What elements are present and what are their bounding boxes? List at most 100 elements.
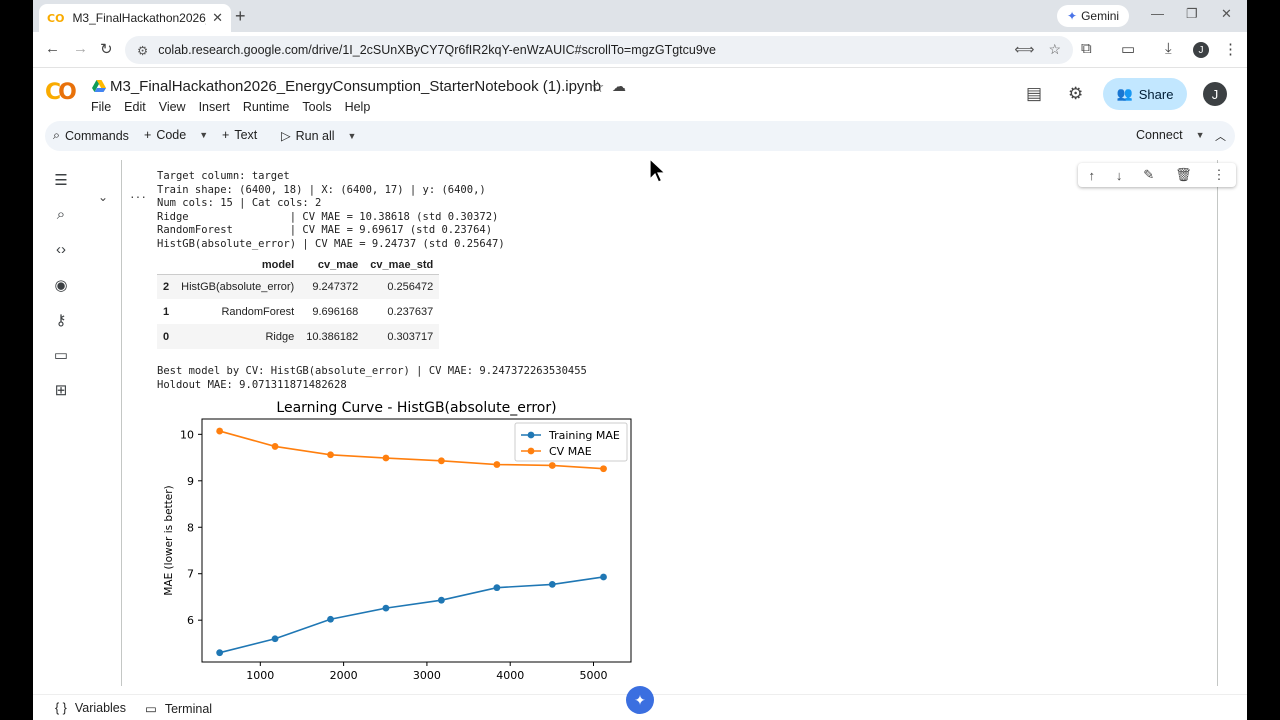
- more-options-icon[interactable]: ⋮: [1213, 167, 1226, 183]
- variables-button[interactable]: { } Variables: [55, 701, 126, 715]
- site-info-icon[interactable]: ⚙: [137, 43, 148, 58]
- add-text-button[interactable]: + Text: [222, 128, 257, 142]
- key-icon[interactable]: ⚷: [51, 311, 71, 329]
- browser-menu-icon[interactable]: ⋮: [1223, 40, 1238, 58]
- cell-cv-mae: 10.386182: [300, 324, 365, 349]
- address-bar[interactable]: ⚙ colab.research.google.com/drive/1I_2cS…: [125, 36, 1073, 64]
- colab-logo[interactable]: CO: [45, 80, 77, 105]
- data-point: [327, 615, 334, 623]
- code-snippets-icon[interactable]: ‹›: [51, 241, 71, 258]
- legend-marker: [527, 431, 535, 439]
- output-line: Train shape: (6400, 18) | X: (6400, 17) …: [157, 183, 486, 196]
- reload-icon[interactable]: ↻: [100, 40, 113, 58]
- settings-gear-icon[interactable]: ⚙: [1068, 84, 1083, 104]
- tab-title: M3_FinalHackathon2026_Ene: [72, 11, 206, 25]
- gemini-spark-icon: ✦: [1067, 9, 1078, 23]
- find-replace-icon[interactable]: ⌕: [51, 206, 71, 223]
- account-avatar[interactable]: J: [1203, 82, 1227, 106]
- play-icon: ▷: [281, 129, 291, 143]
- collapse-output-chevron-icon[interactable]: ⌄: [98, 190, 108, 204]
- chevron-down-icon[interactable]: ▼: [1196, 130, 1205, 140]
- search-icon: ⌕: [53, 128, 61, 142]
- data-point: [548, 462, 556, 469]
- collapse-header-icon[interactable]: ︿: [1215, 128, 1226, 144]
- terminal-icon: ▭: [145, 702, 157, 716]
- menu-view[interactable]: View: [159, 100, 186, 114]
- gemini-spark-icon: ✦: [634, 691, 646, 708]
- x-tick-label: 3000: [413, 669, 441, 682]
- browser-profile-avatar[interactable]: J: [1193, 42, 1209, 58]
- text-output: Target column: target Train shape: (6400…: [157, 170, 857, 252]
- commands-button[interactable]: ⌕ Commands: [53, 128, 129, 143]
- y-tick-label: 8: [187, 521, 194, 534]
- menu-insert[interactable]: Insert: [199, 100, 230, 114]
- x-tick-label: 5000: [580, 669, 608, 682]
- data-point: [548, 581, 556, 588]
- terminal-button[interactable]: ▭ Terminal: [145, 701, 213, 717]
- add-code-button[interactable]: + Code ▼: [144, 128, 208, 142]
- data-point: [271, 443, 279, 450]
- share-label: Share: [1138, 86, 1174, 102]
- share-button[interactable]: 👥 Share: [1103, 78, 1187, 110]
- edit-pencil-icon[interactable]: ✎: [1143, 167, 1154, 183]
- cell-cv-mae: 9.696168: [312, 305, 359, 318]
- url-text: colab.research.google.com/drive/1I_2cSUn…: [158, 43, 716, 57]
- row-index: 2: [157, 274, 176, 299]
- chevron-down-icon[interactable]: ▼: [348, 131, 357, 141]
- y-tick-label: 9: [187, 475, 194, 488]
- close-tab-icon[interactable]: ✕: [212, 10, 223, 26]
- plus-icon: +: [222, 128, 230, 142]
- notebook-title[interactable]: M3_FinalHackathon2026_EnergyConsumption_…: [110, 78, 601, 95]
- forward-icon[interactable]: →: [73, 40, 88, 57]
- delete-trash-icon[interactable]: 🗑: [1175, 167, 1192, 183]
- colab-favicon-icon: CO: [47, 11, 65, 25]
- data-table-icon[interactable]: ⊞: [51, 381, 71, 399]
- gemini-label: Gemini: [1081, 9, 1120, 23]
- data-point: [216, 649, 224, 657]
- menu-tools[interactable]: Tools: [302, 100, 331, 114]
- text-label: Text: [234, 128, 258, 142]
- menu-file[interactable]: File: [91, 100, 111, 114]
- close-window-icon[interactable]: ✕: [1221, 6, 1232, 22]
- menu-help[interactable]: Help: [345, 100, 371, 114]
- table-row: 0 Ridge 10.386182 0.303717: [157, 324, 440, 349]
- gemini-fab-button[interactable]: ✦: [626, 686, 654, 714]
- cell-left-border: [121, 160, 122, 686]
- cast-icon[interactable]: ▭: [1121, 40, 1135, 58]
- new-tab-icon[interactable]: +: [235, 6, 246, 27]
- output-actions-icon[interactable]: ···: [130, 188, 147, 204]
- column-header: cv_mae: [317, 258, 359, 271]
- legend-marker: [527, 447, 535, 455]
- chevron-down-icon[interactable]: ▼: [199, 130, 208, 140]
- minimize-icon[interactable]: —: [1151, 6, 1164, 21]
- files-folder-icon[interactable]: ▭: [51, 346, 71, 364]
- move-up-icon[interactable]: ↑: [1088, 168, 1095, 183]
- data-point: [493, 461, 501, 468]
- data-point: [271, 635, 279, 643]
- back-icon[interactable]: ←: [45, 40, 60, 57]
- restore-icon[interactable]: ❐: [1186, 6, 1198, 22]
- secrets-eye-icon[interactable]: ◉: [51, 276, 71, 294]
- comments-icon[interactable]: ▤: [1026, 84, 1042, 104]
- extensions-icon[interactable]: ⧉: [1081, 40, 1092, 57]
- star-notebook-icon[interactable]: ☆: [591, 78, 604, 96]
- download-icon[interactable]: ⤓: [1165, 40, 1172, 57]
- bookmark-star-icon[interactable]: ☆: [1048, 41, 1061, 58]
- holdout-mae-line: Holdout MAE: 9.071311871482628: [157, 378, 347, 391]
- share-people-icon: 👥: [1116, 86, 1133, 101]
- table-of-contents-icon[interactable]: ☰: [51, 171, 71, 189]
- colab-header: CO M3_FinalHackathon2026_EnergyConsumpti…: [33, 68, 1247, 120]
- translate-icon[interactable]: ⟺: [1014, 41, 1034, 58]
- run-all-label: Run all: [295, 128, 335, 143]
- menu-runtime[interactable]: Runtime: [243, 100, 290, 114]
- gemini-button[interactable]: ✦ Gemini: [1057, 5, 1130, 27]
- y-tick-label: 10: [180, 428, 194, 441]
- menu-edit[interactable]: Edit: [124, 100, 146, 114]
- column-header: model: [261, 258, 295, 271]
- run-all-button[interactable]: ▷ Run all ▼: [281, 128, 357, 144]
- browser-tab[interactable]: CO M3_FinalHackathon2026_Ene ✕: [39, 4, 231, 32]
- move-down-icon[interactable]: ↓: [1116, 168, 1123, 183]
- connect-button[interactable]: Connect ▼: [1136, 128, 1204, 142]
- terminal-label: Terminal: [164, 701, 213, 716]
- address-row: ← → ↻ ⚙ colab.research.google.com/drive/…: [33, 32, 1247, 68]
